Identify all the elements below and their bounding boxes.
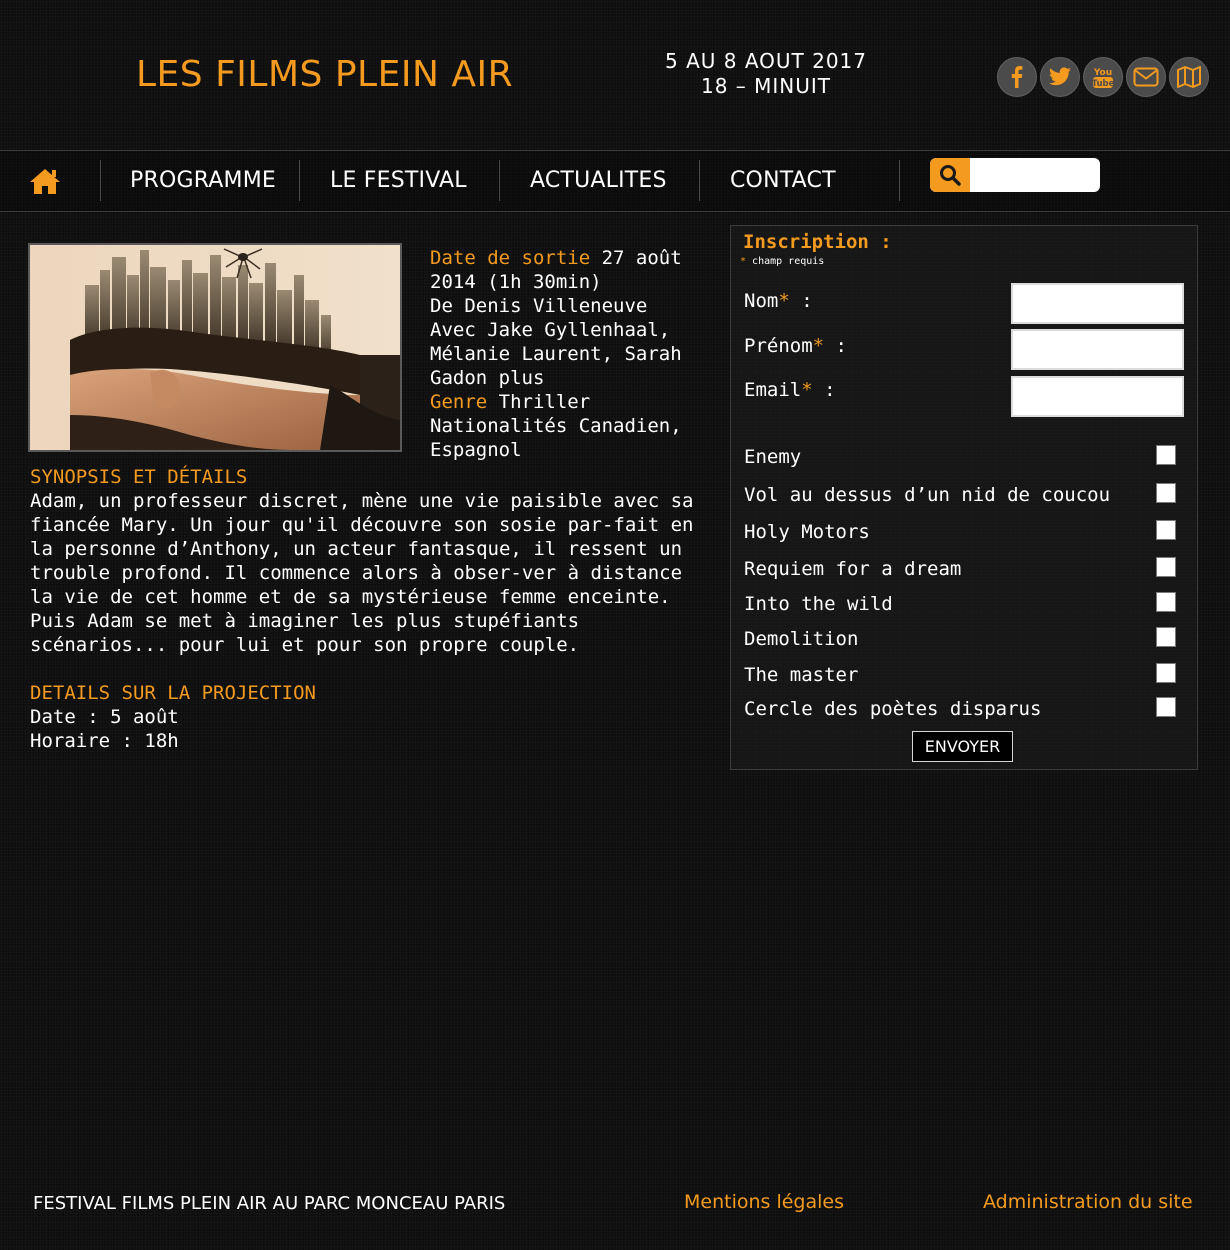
nav-item-programme[interactable]: PROGRAMME [130,151,276,211]
film-option-label: Holy Motors [744,521,870,543]
film-poster-image [30,245,400,450]
film-option: Cercle des poètes disparus [744,696,1184,722]
film-option-label: Cercle des poètes disparus [744,698,1042,720]
required-star: * [812,335,825,357]
prenom-label-text: Prénom [744,335,813,357]
film-option-label: Into the wild [744,593,893,615]
site-admin-link[interactable]: Administration du site [983,1191,1193,1213]
film-option-label: Requiem for a dream [744,558,962,580]
nav-divider [299,160,300,201]
synopsis-title: SYNOPSIS ET DÉTAILS [30,466,248,488]
form-required-hint: * champ requis [740,256,824,267]
footer-text: FESTIVAL FILMS PLEIN AIR AU PARC MONCEAU… [33,1193,506,1214]
site-header: LES FILMS PLEIN AIR 5 AU 8 AOUT 2017 18 … [0,0,1230,150]
synopsis-text: Adam, un professeur discret, mène une vi… [30,490,694,656]
film-checkbox[interactable] [1156,592,1176,612]
form-title: Inscription : [743,231,892,253]
required-star: * [801,379,813,401]
film-poster[interactable] [28,243,402,452]
twitter-link[interactable] [1040,57,1080,97]
search-input[interactable] [970,158,1094,192]
facebook-icon [1011,66,1023,88]
cast: Avec Jake Gyllenhaal, Mélanie Laurent, S… [430,319,682,389]
projection-time: Horaire : 18h [30,730,179,752]
nav-item-actualites[interactable]: ACTUALITES [530,151,667,211]
festival-dates-line1: 5 AU 8 AOUT 2017 [664,49,868,73]
nav-item-le-festival[interactable]: LE FESTIVAL [330,151,467,211]
mail-icon [1133,67,1159,87]
film-info: Date de sortie 27 août 2014 (1h 30min) D… [430,246,710,462]
projection-title: DETAILS SUR LA PROJECTION [30,682,316,704]
film-option: Into the wild [744,591,1184,617]
email-input[interactable] [1011,376,1184,417]
film-option: Demolition [744,626,1184,652]
twitter-icon [1049,67,1071,86]
social-links: You Tube [997,57,1212,97]
nav-divider [899,160,900,201]
facebook-link[interactable] [997,57,1037,97]
email-label: Email* : [744,379,836,401]
film-option: Enemy [744,444,1184,470]
genre-value: Thriller [487,391,591,413]
film-checkbox[interactable] [1156,520,1176,540]
film-option-label: Vol au dessus d’un nid de coucou [744,484,1111,506]
director: De Denis Villeneuve [430,295,648,317]
nav-divider [699,160,700,201]
film-option-label: The master [744,664,859,686]
svg-text:You: You [1093,68,1112,78]
search-box [930,158,1100,192]
label-colon: : [824,335,847,357]
map-icon [1177,66,1201,88]
nav-divider [100,160,101,201]
film-option-label: Enemy [744,446,802,468]
release-date: Date de sortie 27 août 2014 (1h 30min) [430,246,710,294]
film-option: Vol au dessus d’un nid de coucou [744,482,1184,508]
film-checkbox[interactable] [1156,697,1176,717]
nav-home[interactable] [28,166,62,196]
search-button[interactable] [930,158,970,192]
projection-date: Date : 5 août [30,706,179,728]
festival-dates-line2: 18 – MINUIT [700,74,832,98]
film-checkbox[interactable] [1156,483,1176,503]
label-colon: : [812,379,836,401]
nav-item-contact[interactable]: CONTACT [730,151,836,211]
prenom-input[interactable] [1011,329,1184,370]
nationality: Nationalités Canadien, Espagnol [430,415,682,461]
label-colon: : [789,290,813,312]
submit-button[interactable]: ENVOYER [912,731,1013,762]
svg-text:Tube: Tube [1092,79,1115,89]
nav-divider [499,160,500,201]
required-hint-text: champ requis [746,256,825,267]
prenom-label: Prénom* : [744,335,847,357]
release-label: Date de sortie [430,247,591,269]
film-checkbox[interactable] [1156,557,1176,577]
legal-notice-link[interactable]: Mentions légales [684,1191,844,1213]
nom-label-text: Nom [744,290,779,312]
film-option: Holy Motors [744,519,1184,545]
map-link[interactable] [1169,57,1209,97]
synopsis-block: SYNOPSIS ET DÉTAILS Adam, un professeur … [30,465,710,753]
registration-form: Inscription : * champ requis Nom* : Prén… [730,225,1198,770]
nom-input[interactable] [1011,283,1184,324]
film-option-label: Demolition [744,628,859,650]
film-option: Requiem for a dream [744,556,1184,582]
site-title[interactable]: LES FILMS PLEIN AIR [136,54,513,95]
film-checkbox[interactable] [1156,627,1176,647]
genre-label: Genre [430,391,488,413]
film-checkbox[interactable] [1156,445,1176,465]
main-nav: PROGRAMME LE FESTIVAL ACTUALITES CONTACT [0,150,1230,212]
film-checkbox[interactable] [1156,663,1176,683]
film-option: The master [744,662,1184,688]
nom-label: Nom* : [744,290,813,312]
search-icon [940,165,961,186]
mail-link[interactable] [1126,57,1166,97]
home-icon [30,169,60,194]
genre: Genre Thriller [430,390,710,414]
festival-dates: 5 AU 8 AOUT 2017 18 – MINUIT [640,49,892,99]
youtube-icon: You Tube [1092,68,1115,89]
required-star: * [778,290,790,312]
email-label-text: Email [744,379,802,401]
youtube-link[interactable]: You Tube [1083,57,1123,97]
